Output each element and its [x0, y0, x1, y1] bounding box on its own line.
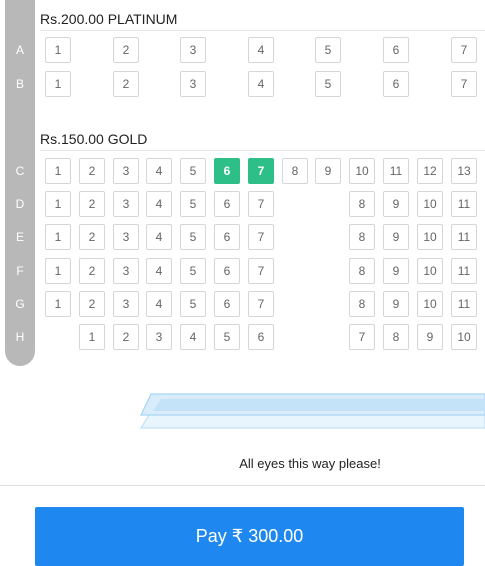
seat-c-11[interactable]: 11 — [383, 158, 409, 184]
seat-h-4[interactable]: 4 — [180, 324, 206, 350]
seat-a-3[interactable]: 3 — [180, 37, 206, 63]
footer-divider — [0, 485, 485, 486]
seat-h-3[interactable]: 3 — [146, 324, 172, 350]
seat-c-13[interactable]: 13 — [451, 158, 477, 184]
screen-caption: All eyes this way please! — [239, 456, 381, 471]
row-label-d: D — [15, 197, 25, 211]
seat-g-9[interactable]: 9 — [383, 291, 409, 317]
seat-h-6[interactable]: 6 — [248, 324, 274, 350]
seat-g-3[interactable]: 3 — [113, 291, 139, 317]
seat-e-6[interactable]: 6 — [214, 224, 240, 250]
seat-a-6[interactable]: 6 — [383, 37, 409, 63]
seat-e-7[interactable]: 7 — [248, 224, 274, 250]
seat-a-2[interactable]: 2 — [113, 37, 139, 63]
seat-b-7[interactable]: 7 — [451, 71, 477, 97]
seat-c-9[interactable]: 9 — [315, 158, 341, 184]
seat-c-2[interactable]: 2 — [79, 158, 105, 184]
seat-g-10[interactable]: 10 — [417, 291, 443, 317]
row-label-a: A — [15, 43, 24, 57]
row-label-f: F — [16, 264, 24, 278]
seat-d-7[interactable]: 7 — [248, 191, 274, 217]
seat-h-9[interactable]: 9 — [417, 324, 443, 350]
seat-f-6[interactable]: 6 — [214, 258, 240, 284]
seat-e-1[interactable]: 1 — [45, 224, 71, 250]
seat-g-1[interactable]: 1 — [45, 291, 71, 317]
row-label-e: E — [15, 230, 24, 244]
seat-a-7[interactable]: 7 — [451, 37, 477, 63]
seat-b-5[interactable]: 5 — [315, 71, 341, 97]
seat-f-10[interactable]: 10 — [417, 258, 443, 284]
seat-a-5[interactable]: 5 — [315, 37, 341, 63]
seat-d-1[interactable]: 1 — [45, 191, 71, 217]
seat-a-1[interactable]: 1 — [45, 37, 71, 63]
seat-c-1[interactable]: 1 — [45, 158, 71, 184]
seat-c-10[interactable]: 10 — [349, 158, 375, 184]
seat-d-9[interactable]: 9 — [383, 191, 409, 217]
seat-c-5[interactable]: 5 — [180, 158, 206, 184]
seat-h-10[interactable]: 10 — [451, 324, 477, 350]
seat-e-11[interactable]: 11 — [451, 224, 477, 250]
seat-b-6[interactable]: 6 — [383, 71, 409, 97]
seat-a-4[interactable]: 4 — [248, 37, 274, 63]
seat-f-2[interactable]: 2 — [79, 258, 105, 284]
row-label-h: H — [15, 330, 25, 344]
seat-d-2[interactable]: 2 — [79, 191, 105, 217]
seat-h-1[interactable]: 1 — [79, 324, 105, 350]
seat-f-7[interactable]: 7 — [248, 258, 274, 284]
seat-e-8[interactable]: 8 — [349, 224, 375, 250]
seat-d-5[interactable]: 5 — [180, 191, 206, 217]
seat-c-4[interactable]: 4 — [146, 158, 172, 184]
seat-e-5[interactable]: 5 — [180, 224, 206, 250]
seat-f-5[interactable]: 5 — [180, 258, 206, 284]
seat-d-11[interactable]: 11 — [451, 191, 477, 217]
seat-g-8[interactable]: 8 — [349, 291, 375, 317]
seat-h-8[interactable]: 8 — [383, 324, 409, 350]
section-title: Rs.200.00 PLATINUM — [40, 11, 178, 27]
seat-g-7[interactable]: 7 — [248, 291, 274, 317]
seat-h-2[interactable]: 2 — [113, 324, 139, 350]
seat-h-5[interactable]: 5 — [214, 324, 240, 350]
seat-f-4[interactable]: 4 — [146, 258, 172, 284]
seat-g-4[interactable]: 4 — [146, 291, 172, 317]
seat-e-3[interactable]: 3 — [113, 224, 139, 250]
seat-c-6-selected[interactable]: 6 — [214, 158, 240, 184]
seat-c-3[interactable]: 3 — [113, 158, 139, 184]
seat-b-2[interactable]: 2 — [113, 71, 139, 97]
seat-g-6[interactable]: 6 — [214, 291, 240, 317]
pay-button[interactable]: Pay ₹ 300.00 — [35, 507, 464, 566]
seat-g-11[interactable]: 11 — [451, 291, 477, 317]
seat-e-9[interactable]: 9 — [383, 224, 409, 250]
seat-c-7-selected[interactable]: 7 — [248, 158, 274, 184]
seat-d-8[interactable]: 8 — [349, 191, 375, 217]
seat-e-2[interactable]: 2 — [79, 224, 105, 250]
seat-h-7[interactable]: 7 — [349, 324, 375, 350]
seat-d-3[interactable]: 3 — [113, 191, 139, 217]
seat-b-1[interactable]: 1 — [45, 71, 71, 97]
seat-e-10[interactable]: 10 — [417, 224, 443, 250]
seat-g-2[interactable]: 2 — [79, 291, 105, 317]
seat-b-4[interactable]: 4 — [248, 71, 274, 97]
section-divider — [40, 30, 485, 31]
seat-d-10[interactable]: 10 — [417, 191, 443, 217]
seat-b-3[interactable]: 3 — [180, 71, 206, 97]
seat-g-5[interactable]: 5 — [180, 291, 206, 317]
section-divider — [40, 150, 485, 151]
seat-c-8[interactable]: 8 — [282, 158, 308, 184]
seat-d-4[interactable]: 4 — [146, 191, 172, 217]
seat-f-11[interactable]: 11 — [451, 258, 477, 284]
seat-e-4[interactable]: 4 — [146, 224, 172, 250]
section-title: Rs.150.00 GOLD — [40, 131, 148, 147]
row-rail: A B C D E F G H — [5, 0, 35, 366]
seat-d-6[interactable]: 6 — [214, 191, 240, 217]
seat-f-3[interactable]: 3 — [113, 258, 139, 284]
seat-f-8[interactable]: 8 — [349, 258, 375, 284]
row-label-g: G — [15, 297, 25, 311]
row-label-c: C — [15, 164, 25, 178]
seat-f-9[interactable]: 9 — [383, 258, 409, 284]
seat-f-1[interactable]: 1 — [45, 258, 71, 284]
seat-c-12[interactable]: 12 — [417, 158, 443, 184]
row-label-b: B — [15, 77, 24, 91]
screen-icon — [140, 393, 485, 429]
